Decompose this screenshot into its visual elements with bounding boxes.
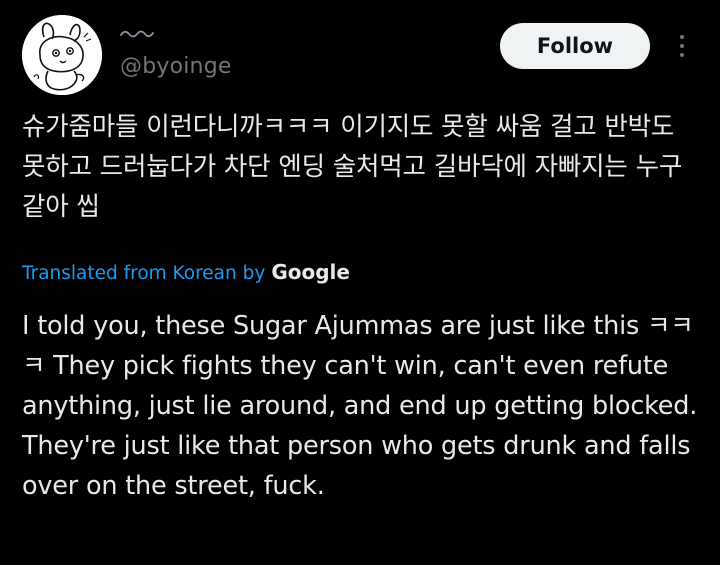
more-dot bbox=[680, 35, 684, 39]
avatar-image bbox=[22, 15, 102, 95]
tweet-translated-text: I told you, these Sugar Ajummas are just… bbox=[22, 311, 698, 501]
author-handle[interactable]: @byoinge bbox=[120, 54, 232, 79]
translation-credit[interactable]: Translated from Korean by Google bbox=[22, 260, 350, 284]
translation-provider: Google bbox=[271, 260, 350, 284]
more-dot bbox=[680, 44, 684, 48]
tweet-original-text: 슈가줌마들 이런다니까ㅋㅋㅋ 이기지도 못할 싸움 걸고 반박도 못하고 드러눕… bbox=[22, 112, 683, 222]
translation-prefix: Translated from Korean by bbox=[22, 263, 266, 284]
display-name-squiggle bbox=[120, 30, 154, 38]
more-dot bbox=[680, 53, 684, 57]
display-name[interactable] bbox=[120, 26, 160, 46]
avatar[interactable] bbox=[22, 15, 102, 95]
follow-button[interactable]: Follow bbox=[500, 23, 650, 69]
more-icon[interactable] bbox=[671, 28, 693, 64]
